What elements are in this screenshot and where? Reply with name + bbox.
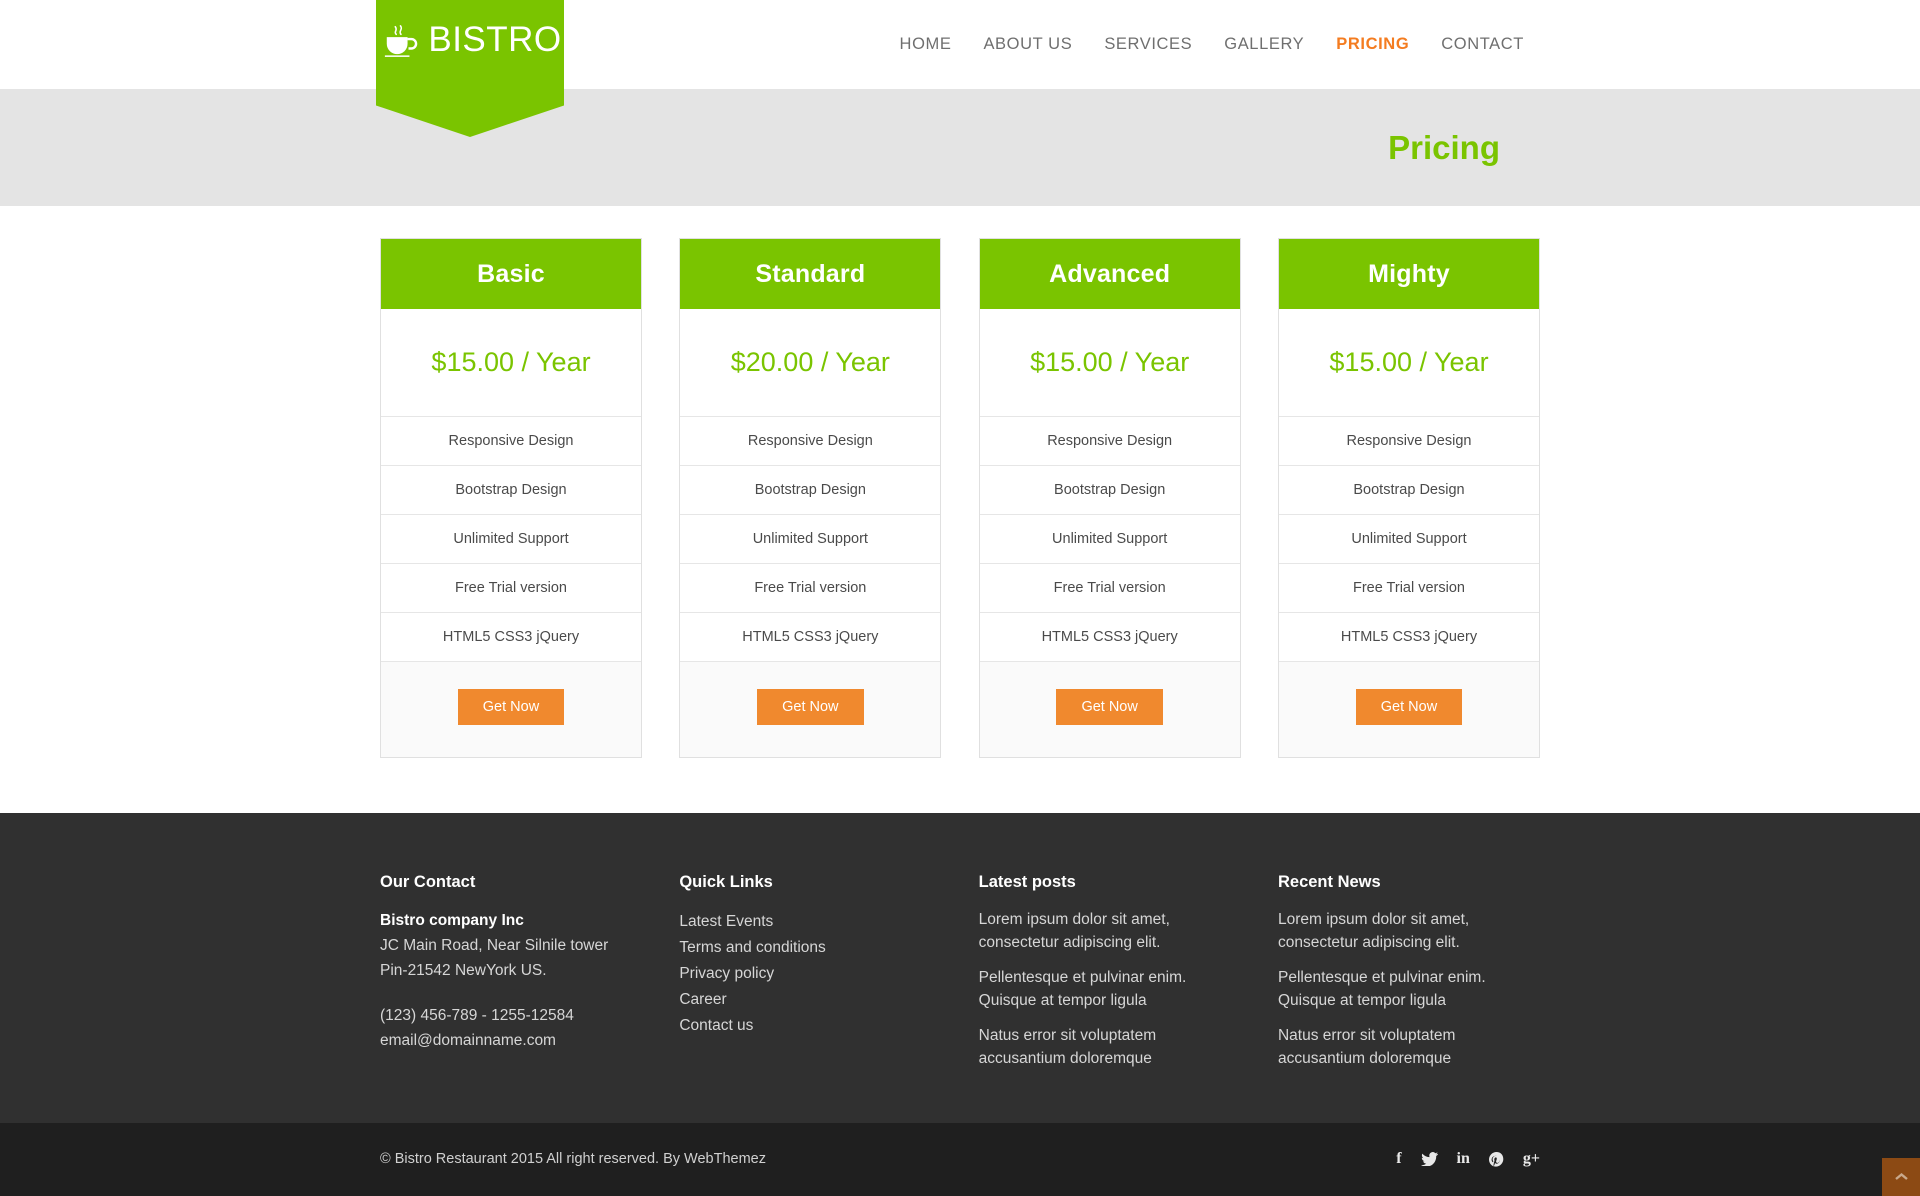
main-navigation: HOME ABOUT US SERVICES GALLERY PRICING C… <box>884 0 1540 89</box>
chevron-up-icon <box>1894 1172 1908 1180</box>
nav-item-home[interactable]: HOME <box>884 35 968 54</box>
plan-feature: HTML5 CSS3 jQuery <box>1278 612 1539 661</box>
pricing-section: Basic $15.00 / Year Responsive Design Bo… <box>0 206 1920 813</box>
footer-column-recent-news: Recent News Lorem ipsum dolor sit amet, … <box>1278 873 1540 1083</box>
social-links: f in g+ <box>1396 1151 1540 1167</box>
plan-name: Mighty <box>1278 239 1539 309</box>
plan-footer: Get Now <box>381 661 641 757</box>
plan-price: $15.00 / Year <box>1278 309 1539 416</box>
facebook-icon[interactable]: f <box>1396 1151 1401 1167</box>
plan-footer: Get Now <box>979 661 1240 757</box>
linkedin-icon[interactable]: in <box>1457 1151 1470 1167</box>
company-name: Bistro company Inc <box>380 912 524 929</box>
plan-footer: Get Now <box>680 661 941 757</box>
site-header: BISTRO HOME ABOUT US SERVICES GALLERY PR… <box>0 0 1920 137</box>
plan-feature: Unlimited Support <box>1278 514 1539 563</box>
recent-news-item[interactable]: Natus error sit voluptatem accusantium d… <box>1278 1025 1540 1071</box>
plan-feature: Bootstrap Design <box>1278 465 1539 514</box>
plan-feature: Responsive Design <box>680 416 941 465</box>
plan-feature: Free Trial version <box>1278 563 1539 612</box>
quick-link-contact-us[interactable]: Contact us <box>679 1013 941 1039</box>
quick-link-latest-events[interactable]: Latest Events <box>679 909 941 935</box>
plan-name: Advanced <box>979 239 1240 309</box>
plan-feature: Responsive Design <box>979 416 1240 465</box>
pricing-plan-basic: Basic $15.00 / Year Responsive Design Bo… <box>380 238 642 758</box>
page-title: Pricing <box>1388 128 1500 166</box>
plan-feature: Free Trial version <box>680 563 941 612</box>
plan-feature: HTML5 CSS3 jQuery <box>381 612 641 661</box>
address-line-2: Pin-21542 NewYork US. <box>380 962 547 980</box>
footer-column-title: Our Contact <box>380 873 476 891</box>
plan-name: Standard <box>680 239 941 309</box>
pricing-plan-mighty: Mighty $15.00 / Year Responsive Design B… <box>1277 238 1540 758</box>
plan-footer: Get Now <box>1278 661 1539 757</box>
pricing-plan-advanced: Advanced $15.00 / Year Responsive Design… <box>978 238 1241 758</box>
get-now-button[interactable]: Get Now <box>457 689 565 725</box>
logo-text: BISTRO <box>428 20 562 59</box>
scroll-to-top-button[interactable] <box>1882 1157 1920 1196</box>
pricing-table-list: Basic $15.00 / Year Responsive Design Bo… <box>380 238 1540 758</box>
email-address[interactable]: email@domainname.com <box>380 1028 642 1053</box>
get-now-button[interactable]: Get Now <box>757 689 864 725</box>
address-line-1: JC Main Road, Near Silnile tower <box>380 937 609 955</box>
plan-feature: Bootstrap Design <box>979 465 1240 514</box>
plan-feature: Unlimited Support <box>381 514 641 563</box>
plan-price: $20.00 / Year <box>680 309 941 416</box>
nav-item-about-us[interactable]: ABOUT US <box>967 35 1088 54</box>
footer-column-latest-posts: Latest posts Lorem ipsum dolor sit amet,… <box>979 873 1241 1083</box>
quick-link-career[interactable]: Career <box>679 987 941 1013</box>
nav-item-gallery[interactable]: GALLERY <box>1208 35 1320 54</box>
recent-news-item[interactable]: Pellentesque et pulvinar enim. Quisque a… <box>1278 967 1540 1013</box>
googleplus-icon[interactable]: g+ <box>1523 1151 1540 1167</box>
plan-feature: Responsive Design <box>381 416 641 465</box>
recent-news-item[interactable]: Lorem ipsum dolor sit amet, consectetur … <box>1278 909 1540 955</box>
nav-item-pricing[interactable]: PRICING <box>1320 35 1425 54</box>
page-banner: Pricing <box>0 89 1920 206</box>
nav-item-contact[interactable]: CONTACT <box>1425 35 1540 54</box>
plan-price: $15.00 / Year <box>979 309 1240 416</box>
latest-post-item[interactable]: Lorem ipsum dolor sit amet, consectetur … <box>979 909 1241 955</box>
footer-column-title: Recent News <box>1277 873 1381 891</box>
coffee-cup-icon <box>378 23 422 57</box>
plan-feature: Unlimited Support <box>680 514 941 563</box>
pinterest-icon[interactable] <box>1488 1151 1504 1167</box>
plan-feature: Bootstrap Design <box>381 465 641 514</box>
plan-feature: HTML5 CSS3 jQuery <box>680 612 941 661</box>
plan-feature: Free Trial version <box>979 563 1240 612</box>
footer-column-our-contact: Our Contact Bistro company Inc JC Main R… <box>380 873 642 1083</box>
copyright-text: © Bistro Restaurant 2015 All right reser… <box>380 1151 766 1168</box>
phone-number: (123) 456-789 - 1255-12584 <box>380 1007 574 1025</box>
get-now-button[interactable]: Get Now <box>1355 689 1463 725</box>
site-footer: Our Contact Bistro company Inc JC Main R… <box>0 813 1920 1123</box>
plan-feature: HTML5 CSS3 jQuery <box>979 612 1240 661</box>
latest-post-item[interactable]: Natus error sit voluptatem accusantium d… <box>979 1025 1241 1071</box>
plan-feature: Responsive Design <box>1278 416 1539 465</box>
footer-column-title: Latest posts <box>978 873 1076 891</box>
plan-feature: Unlimited Support <box>979 514 1240 563</box>
pricing-plan-standard: Standard $20.00 / Year Responsive Design… <box>679 238 942 758</box>
plan-feature: Free Trial version <box>381 563 641 612</box>
nav-item-services[interactable]: SERVICES <box>1088 35 1208 54</box>
plan-name: Basic <box>381 239 641 309</box>
quick-link-terms-and-conditions[interactable]: Terms and conditions <box>679 935 941 961</box>
twitter-icon[interactable] <box>1420 1152 1438 1167</box>
plan-feature: Bootstrap Design <box>680 465 941 514</box>
footer-column-quick-links: Quick Links Latest Events Terms and cond… <box>679 873 941 1083</box>
latest-post-item[interactable]: Pellentesque et pulvinar enim. Quisque a… <box>979 967 1241 1013</box>
footer-column-title: Quick Links <box>679 873 773 891</box>
get-now-button[interactable]: Get Now <box>1056 689 1163 725</box>
quick-link-privacy-policy[interactable]: Privacy policy <box>679 961 941 987</box>
plan-price: $15.00 / Year <box>381 309 641 416</box>
footer-bottom-bar: © Bistro Restaurant 2015 All right reser… <box>0 1122 1920 1196</box>
